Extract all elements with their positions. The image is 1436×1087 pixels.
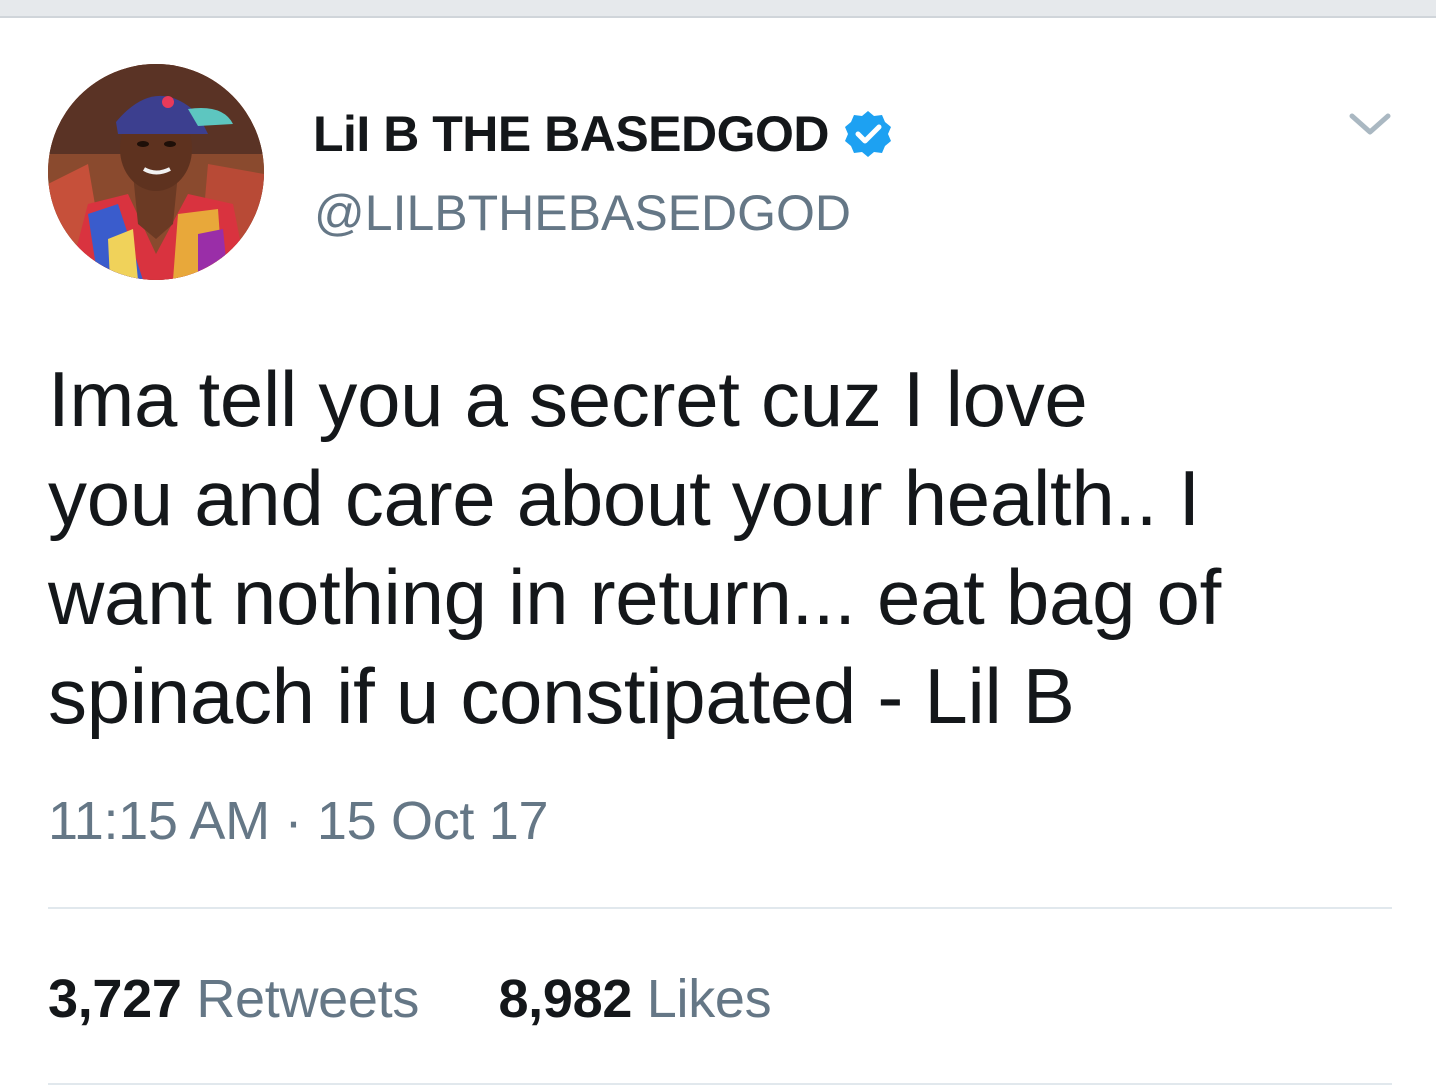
tweet-timestamp[interactable]: 11:15 AM · 15 Oct 17 xyxy=(48,790,549,852)
retweets-count: 3,727 xyxy=(48,969,182,1029)
avatar-image xyxy=(48,64,264,280)
top-separator-line xyxy=(0,16,1436,18)
retweets-label: Retweets xyxy=(196,969,420,1029)
tweet-stats: 3,727 Retweets 8,982 Likes xyxy=(48,968,772,1030)
tweet-text: Ima tell you a secret cuz I love you and… xyxy=(48,350,1408,746)
retweets-stat[interactable]: 3,727 Retweets xyxy=(48,969,434,1029)
tweet-text-line: want nothing in return... eat bag of xyxy=(48,553,1221,641)
display-name[interactable]: LiI B THE BASEDGOD xyxy=(313,105,830,163)
verified-badge-icon xyxy=(843,109,893,159)
avatar[interactable] xyxy=(48,64,264,280)
top-separator xyxy=(0,0,1436,16)
tweet-text-line: spinach if u constipated - Lil B xyxy=(48,652,1075,740)
divider xyxy=(48,1083,1392,1085)
likes-count: 8,982 xyxy=(498,969,633,1029)
likes-label: Likes xyxy=(646,969,772,1029)
display-name-row: LiI B THE BASEDGOD xyxy=(313,102,893,166)
tweet-text-line: you and care about your health.. I xyxy=(48,454,1200,542)
likes-stat[interactable]: 8,982 Likes xyxy=(484,969,772,1029)
tweet-text-line: Ima tell you a secret cuz I love xyxy=(48,355,1088,443)
divider xyxy=(48,907,1392,909)
user-handle[interactable]: @LILBTHEBASEDGOD xyxy=(314,184,851,242)
chevron-down-icon[interactable] xyxy=(1346,104,1394,144)
